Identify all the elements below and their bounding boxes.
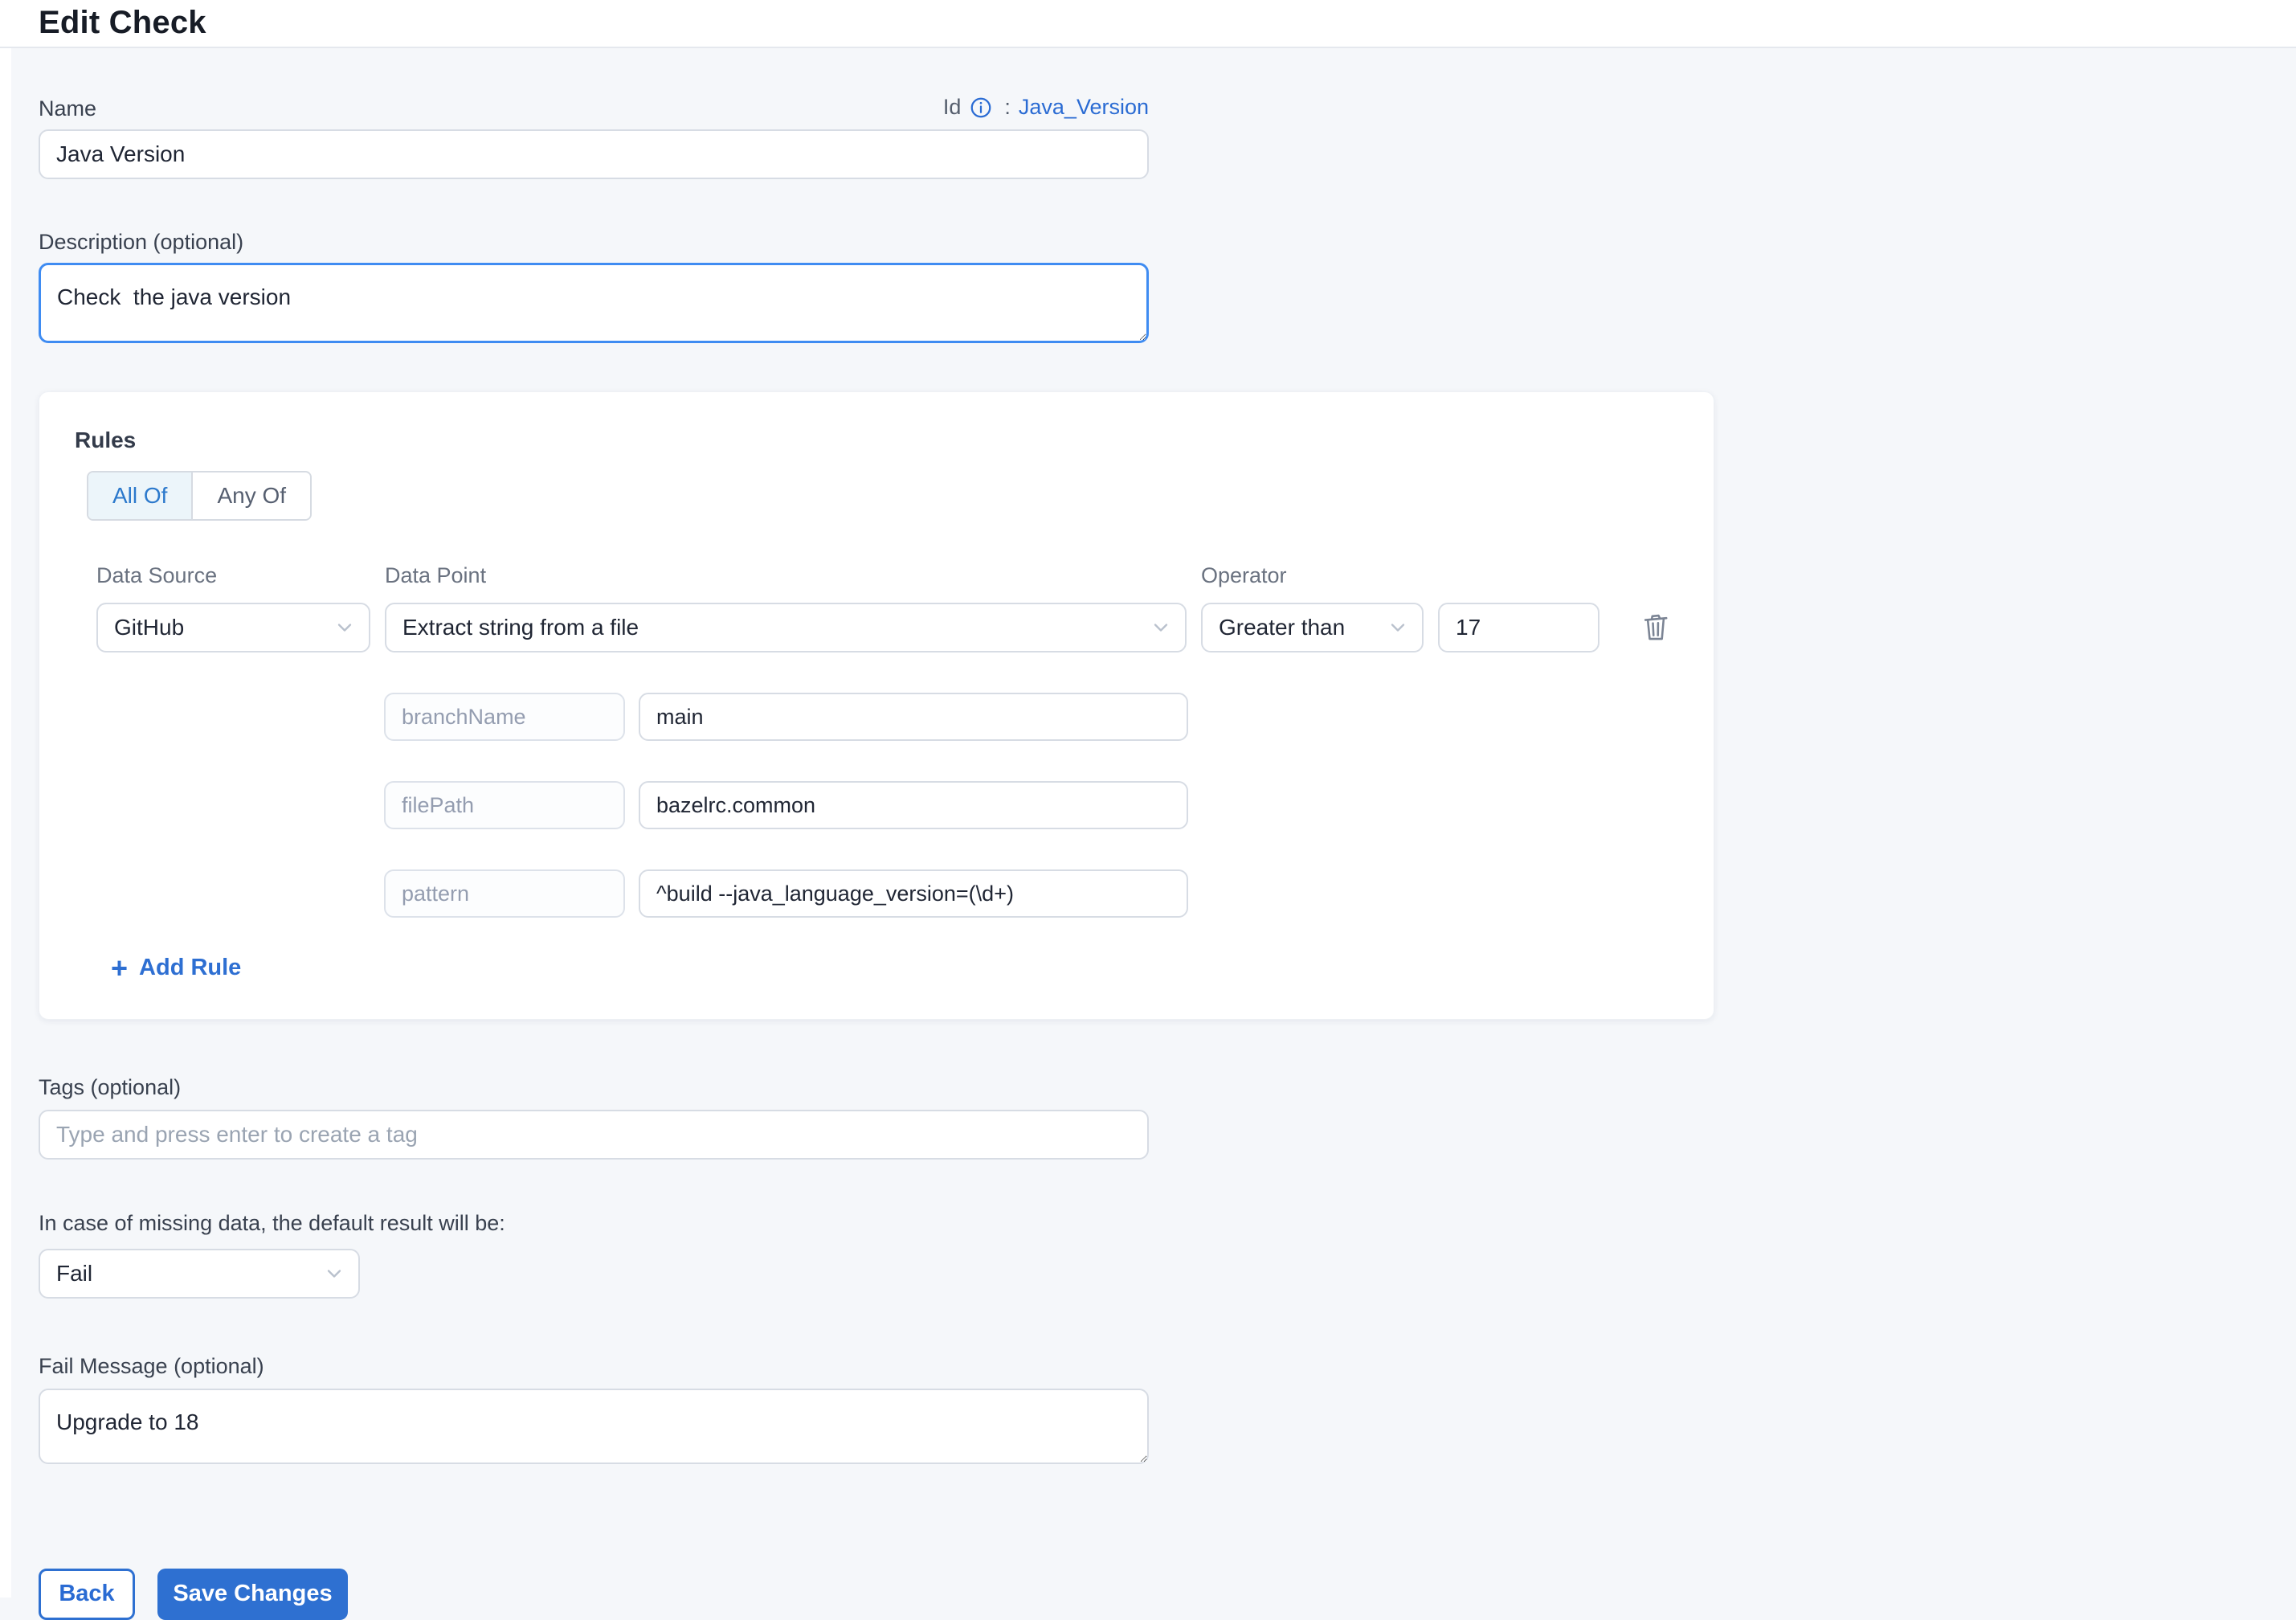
tags-input[interactable] xyxy=(39,1110,1149,1160)
operator-label: Operator xyxy=(1201,564,1424,587)
plus-icon: + xyxy=(111,956,128,980)
chevron-down-icon xyxy=(1387,616,1409,639)
rule-row: GitHub Extract string from a file Greate… xyxy=(96,603,1678,652)
data-point-select[interactable]: Extract string from a file xyxy=(385,603,1187,652)
description-textarea[interactable]: Check the java version xyxy=(39,263,1149,343)
edit-check-form: Name Id : Java_Version Description (opti… xyxy=(39,48,2272,1620)
param-key-branch-name: branchName xyxy=(384,693,625,741)
back-button[interactable]: Back xyxy=(39,1569,135,1620)
page-header: Edit Check xyxy=(0,0,2296,48)
left-gutter xyxy=(0,48,11,1598)
save-changes-button[interactable]: Save Changes xyxy=(157,1569,348,1620)
param-value-pattern[interactable] xyxy=(639,869,1188,918)
add-rule-label: Add Rule xyxy=(139,955,241,981)
default-result-select[interactable]: Fail xyxy=(39,1249,360,1299)
fail-message-label: Fail Message (optional) xyxy=(39,1355,2272,1377)
chevron-down-icon xyxy=(333,616,356,639)
delete-rule-button[interactable] xyxy=(1636,608,1675,647)
rules-match-toggle: All Of Any Of xyxy=(87,471,312,521)
tags-label: Tags (optional) xyxy=(39,1076,2272,1098)
rule-param-row: branchName xyxy=(384,693,1678,741)
check-id-link[interactable]: Java_Version xyxy=(1019,95,1149,120)
fail-message-textarea[interactable]: Upgrade to 18 xyxy=(39,1389,1149,1464)
operator-value-input[interactable] xyxy=(1438,603,1599,652)
rules-card: Rules All Of Any Of Data Source Data Poi… xyxy=(39,391,1714,1020)
data-source-label: Data Source xyxy=(96,564,370,587)
param-value-branch-name[interactable] xyxy=(639,693,1188,741)
page-title: Edit Check xyxy=(39,5,206,41)
add-rule-button[interactable]: + Add Rule xyxy=(111,955,241,981)
default-result-value: Fail xyxy=(56,1261,92,1287)
name-row: Name Id : Java_Version xyxy=(39,95,1149,120)
data-source-value: GitHub xyxy=(114,615,184,640)
rule-param-row: pattern xyxy=(384,869,1678,918)
toggle-all-of[interactable]: All Of xyxy=(88,472,193,519)
param-value-file-path[interactable] xyxy=(639,781,1188,829)
operator-value: Greater than xyxy=(1219,615,1345,640)
chevron-down-icon xyxy=(1150,616,1172,639)
rule-column-headers: Data Source Data Point Operator xyxy=(96,564,1678,587)
missing-data-label: In case of missing data, the default res… xyxy=(39,1211,2272,1236)
check-id-group: Id : Java_Version xyxy=(943,95,1149,120)
name-label: Name xyxy=(39,97,96,120)
id-colon: : xyxy=(1004,95,1011,120)
rule-param-row: filePath xyxy=(384,781,1678,829)
operator-select[interactable]: Greater than xyxy=(1201,603,1424,652)
param-key-file-path: filePath xyxy=(384,781,625,829)
name-input[interactable] xyxy=(39,129,1149,179)
rules-title: Rules xyxy=(75,428,1678,453)
trash-icon xyxy=(1638,635,1673,647)
toggle-any-of[interactable]: Any Of xyxy=(193,472,310,519)
description-label: Description (optional) xyxy=(39,231,2272,253)
param-key-pattern: pattern xyxy=(384,869,625,918)
form-actions: Back Save Changes xyxy=(39,1569,2272,1620)
id-label: Id xyxy=(943,95,962,120)
data-point-value: Extract string from a file xyxy=(402,615,639,640)
chevron-down-icon xyxy=(323,1262,345,1285)
data-source-select[interactable]: GitHub xyxy=(96,603,370,652)
info-icon[interactable] xyxy=(969,96,993,120)
data-point-label: Data Point xyxy=(385,564,1187,587)
